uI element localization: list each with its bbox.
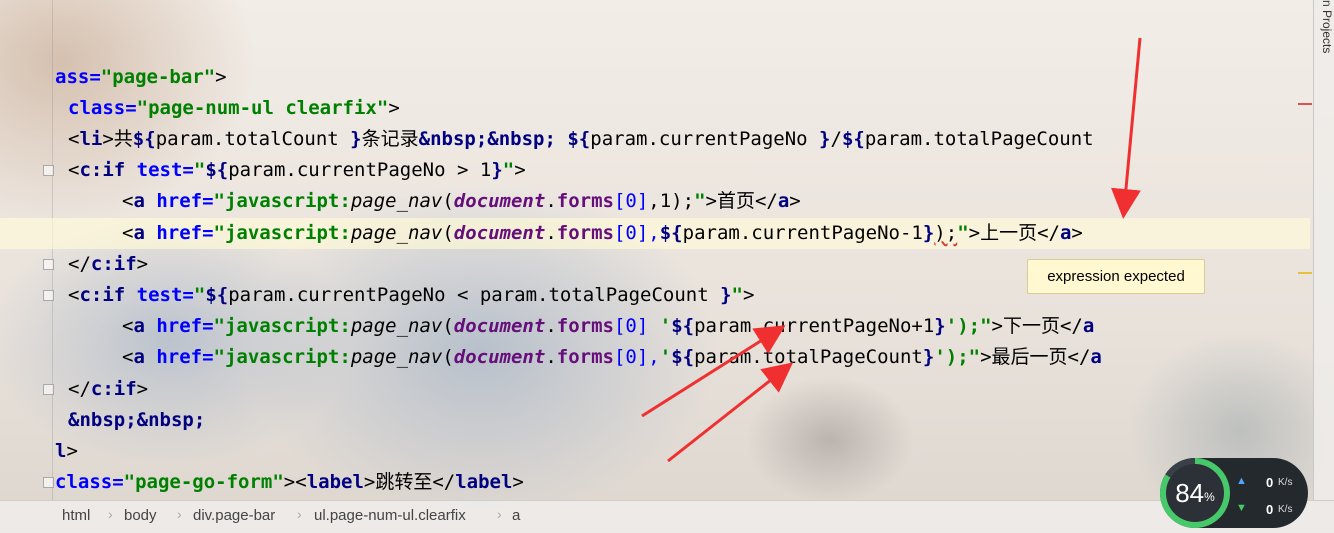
percent-sign: %	[1204, 490, 1215, 504]
breadcrumb-item-html[interactable]: html	[62, 507, 90, 524]
download-arrow-icon: ▼	[1236, 502, 1247, 514]
breadcrumb-item-body[interactable]: body	[124, 507, 157, 524]
cpu-gauge-readout: 84%	[1166, 464, 1224, 522]
right-tool-strip	[1313, 0, 1334, 500]
breadcrumb-item-a[interactable]: a	[512, 507, 520, 524]
tab-projects[interactable]: n Projects	[1314, 0, 1334, 70]
upload-arrow-icon: ▲	[1236, 475, 1247, 487]
chevron-right-icon: ›	[497, 506, 502, 522]
annotation-arrows	[641, 37, 1142, 463]
arrow-to-error	[1111, 37, 1142, 219]
chevron-right-icon: ›	[297, 506, 302, 522]
chevron-right-icon: ›	[177, 506, 182, 522]
breadcrumb-item-div[interactable]: div.page-bar	[193, 507, 275, 524]
chevron-right-icon: ›	[108, 506, 113, 522]
cpu-percent: 84	[1175, 477, 1205, 508]
breadcrumb: html › body › div.page-bar › ul.page-num…	[0, 500, 1334, 533]
warning-stripe-marker[interactable]	[1298, 272, 1312, 274]
error-stripe-marker[interactable]	[1298, 103, 1312, 105]
arrow-to-last-page	[667, 362, 794, 463]
breadcrumb-item-ul[interactable]: ul.page-num-ul.clearfix	[314, 507, 466, 524]
arrow-to-next-page	[641, 325, 786, 418]
